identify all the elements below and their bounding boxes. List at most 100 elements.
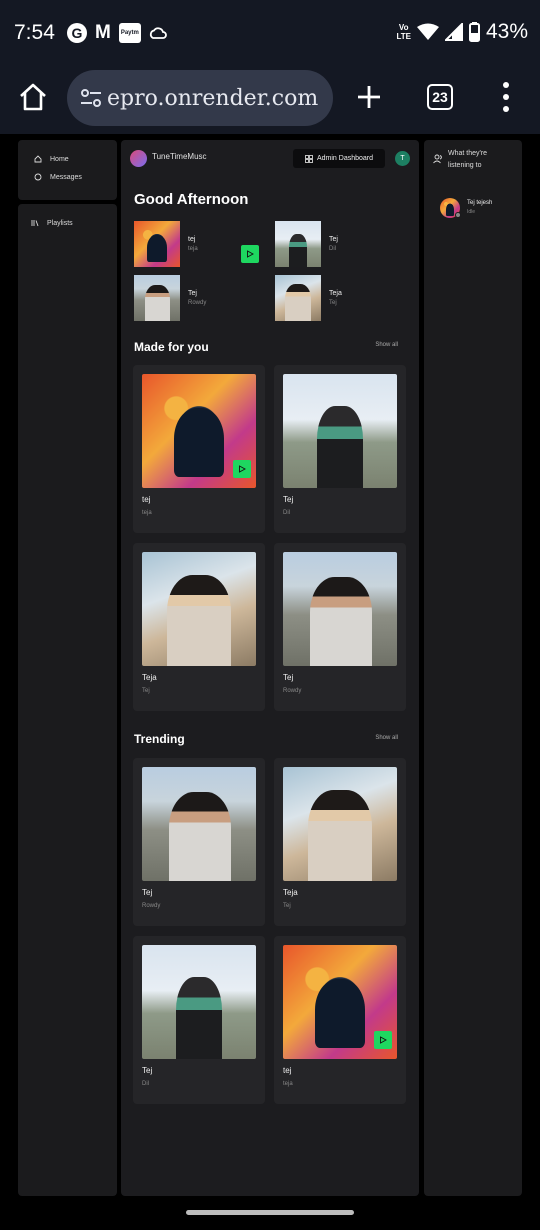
quick-pick-title: tej	[188, 236, 196, 243]
album-card[interactable]: Teja Tej	[274, 758, 406, 926]
tab-switcher-button[interactable]: 23	[427, 84, 453, 110]
app-logo[interactable]	[130, 150, 147, 167]
show-all-link[interactable]: Show all	[375, 342, 398, 348]
album-art	[275, 275, 321, 321]
album-art	[142, 552, 256, 666]
sidebar-nav: Home Messages	[18, 140, 117, 200]
play-button[interactable]	[241, 245, 259, 263]
quick-pick-item[interactable]: Teja Tej	[275, 275, 410, 321]
friend-item[interactable]: Tej tejesh Idle	[440, 198, 492, 218]
sidebar-library: Playlists	[18, 204, 117, 1196]
card-subtitle: Rowdy	[142, 903, 161, 909]
friends-activity-panel: What they're listening to Tej tejesh Idl…	[424, 140, 522, 1196]
play-icon	[380, 1036, 387, 1044]
friends-activity-header: What they're listening to	[433, 148, 508, 172]
card-subtitle: teja	[142, 510, 152, 516]
google-icon: G	[67, 23, 87, 43]
sidebar-item-label: Home	[50, 155, 69, 163]
album-card[interactable]: tej teja	[133, 365, 265, 533]
album-art	[275, 221, 321, 267]
quick-pick-title: Tej	[188, 290, 197, 297]
quick-pick-title: Teja	[329, 290, 342, 297]
card-title: tej	[142, 495, 151, 504]
clock: 7:54	[14, 21, 55, 44]
site-settings-icon[interactable]	[79, 86, 103, 110]
battery-icon	[468, 22, 480, 42]
user-avatar[interactable]: T	[395, 151, 410, 166]
sidebar-item-label: Messages	[50, 173, 82, 181]
card-subtitle: Tej	[142, 688, 150, 694]
quick-pick-subtitle: Tej	[329, 300, 337, 306]
play-icon	[239, 465, 246, 473]
card-title: Tej	[142, 888, 153, 897]
play-button[interactable]	[374, 1031, 392, 1049]
home-icon[interactable]	[18, 82, 48, 112]
more-menu-icon[interactable]	[500, 82, 512, 112]
card-subtitle: Dil	[283, 510, 290, 516]
play-icon	[247, 250, 254, 258]
status-dot	[455, 212, 461, 218]
card-title: Tej	[283, 673, 294, 682]
card-subtitle: Dil	[142, 1081, 149, 1087]
friend-name: Tej tejesh	[467, 200, 493, 206]
album-card[interactable]: Tej Dil	[133, 936, 265, 1104]
sidebar-item-home[interactable]: Home	[18, 150, 117, 168]
quick-pick-subtitle: Dil	[329, 246, 336, 252]
admin-dashboard-button[interactable]: Admin Dashboard	[293, 149, 385, 168]
address-bar[interactable]: epro.onrender.com	[67, 70, 333, 126]
card-title: Tej	[142, 1066, 153, 1075]
sidebar-item-messages[interactable]: Messages	[18, 168, 117, 186]
sidebar-item-playlists[interactable]: Playlists	[18, 214, 117, 232]
card-subtitle: teja	[283, 1081, 293, 1087]
battery-percent: 43%	[485, 20, 528, 43]
url-text[interactable]: epro.onrender.com	[107, 86, 318, 111]
album-card[interactable]: Teja Tej	[133, 543, 265, 711]
play-button[interactable]	[233, 460, 251, 478]
sidebar-item-label: Playlists	[47, 219, 73, 227]
volte-icon: Vo LTE	[396, 23, 411, 41]
album-art	[283, 767, 397, 881]
browser-toolbar: epro.onrender.com 23	[0, 62, 540, 134]
message-icon	[34, 173, 42, 181]
friends-activity-title: What they're listening to	[448, 150, 488, 169]
quick-pick-item[interactable]: Tej Rowdy	[134, 275, 269, 321]
album-card[interactable]: Tej Rowdy	[133, 758, 265, 926]
gesture-nav-bar	[0, 1196, 540, 1230]
cloud-icon	[149, 27, 167, 39]
album-card[interactable]: tej teja	[274, 936, 406, 1104]
album-art	[142, 767, 256, 881]
gmail-icon: M	[95, 22, 111, 43]
paytm-icon: Paytm	[118, 23, 141, 43]
quick-pick-item[interactable]: Tej Dil	[275, 221, 410, 267]
card-subtitle: Rowdy	[283, 688, 302, 694]
card-title: Teja	[142, 673, 157, 682]
greeting-title: Good Afternoon	[134, 191, 249, 208]
library-icon	[31, 220, 39, 227]
users-icon	[433, 154, 442, 164]
app-root: Home Messages Playlists TuneTimeMusc Adm…	[0, 134, 540, 1196]
main-content: TuneTimeMusc Admin Dashboard T Good Afte…	[121, 140, 419, 1196]
card-subtitle: Tej	[283, 903, 291, 909]
top-bar: TuneTimeMusc Admin Dashboard T	[121, 140, 419, 176]
album-card[interactable]: Tej Rowdy	[274, 543, 406, 711]
signal-icon	[444, 23, 463, 41]
card-title: tej	[283, 1066, 292, 1075]
section-title-made-for-you: Made for you	[134, 340, 209, 354]
home-gesture-handle[interactable]	[186, 1210, 354, 1215]
album-art	[134, 275, 180, 321]
album-art	[142, 945, 256, 1059]
album-art	[283, 374, 397, 488]
card-title: Tej	[283, 495, 294, 504]
friend-avatar	[440, 198, 461, 218]
album-card[interactable]: Tej Dil	[274, 365, 406, 533]
admin-dashboard-label: Admin Dashboard	[316, 155, 374, 162]
status-bar: 7:54 G M Paytm Vo LTE 43%	[0, 0, 540, 62]
home-icon	[34, 155, 42, 163]
new-tab-icon[interactable]	[356, 84, 382, 110]
card-title: Teja	[283, 888, 298, 897]
wifi-icon	[416, 23, 439, 40]
section-title-trending: Trending	[134, 732, 185, 746]
dashboard-icon	[305, 154, 313, 163]
app-name[interactable]: TuneTimeMusc	[152, 152, 207, 161]
show-all-link[interactable]: Show all	[375, 735, 398, 741]
